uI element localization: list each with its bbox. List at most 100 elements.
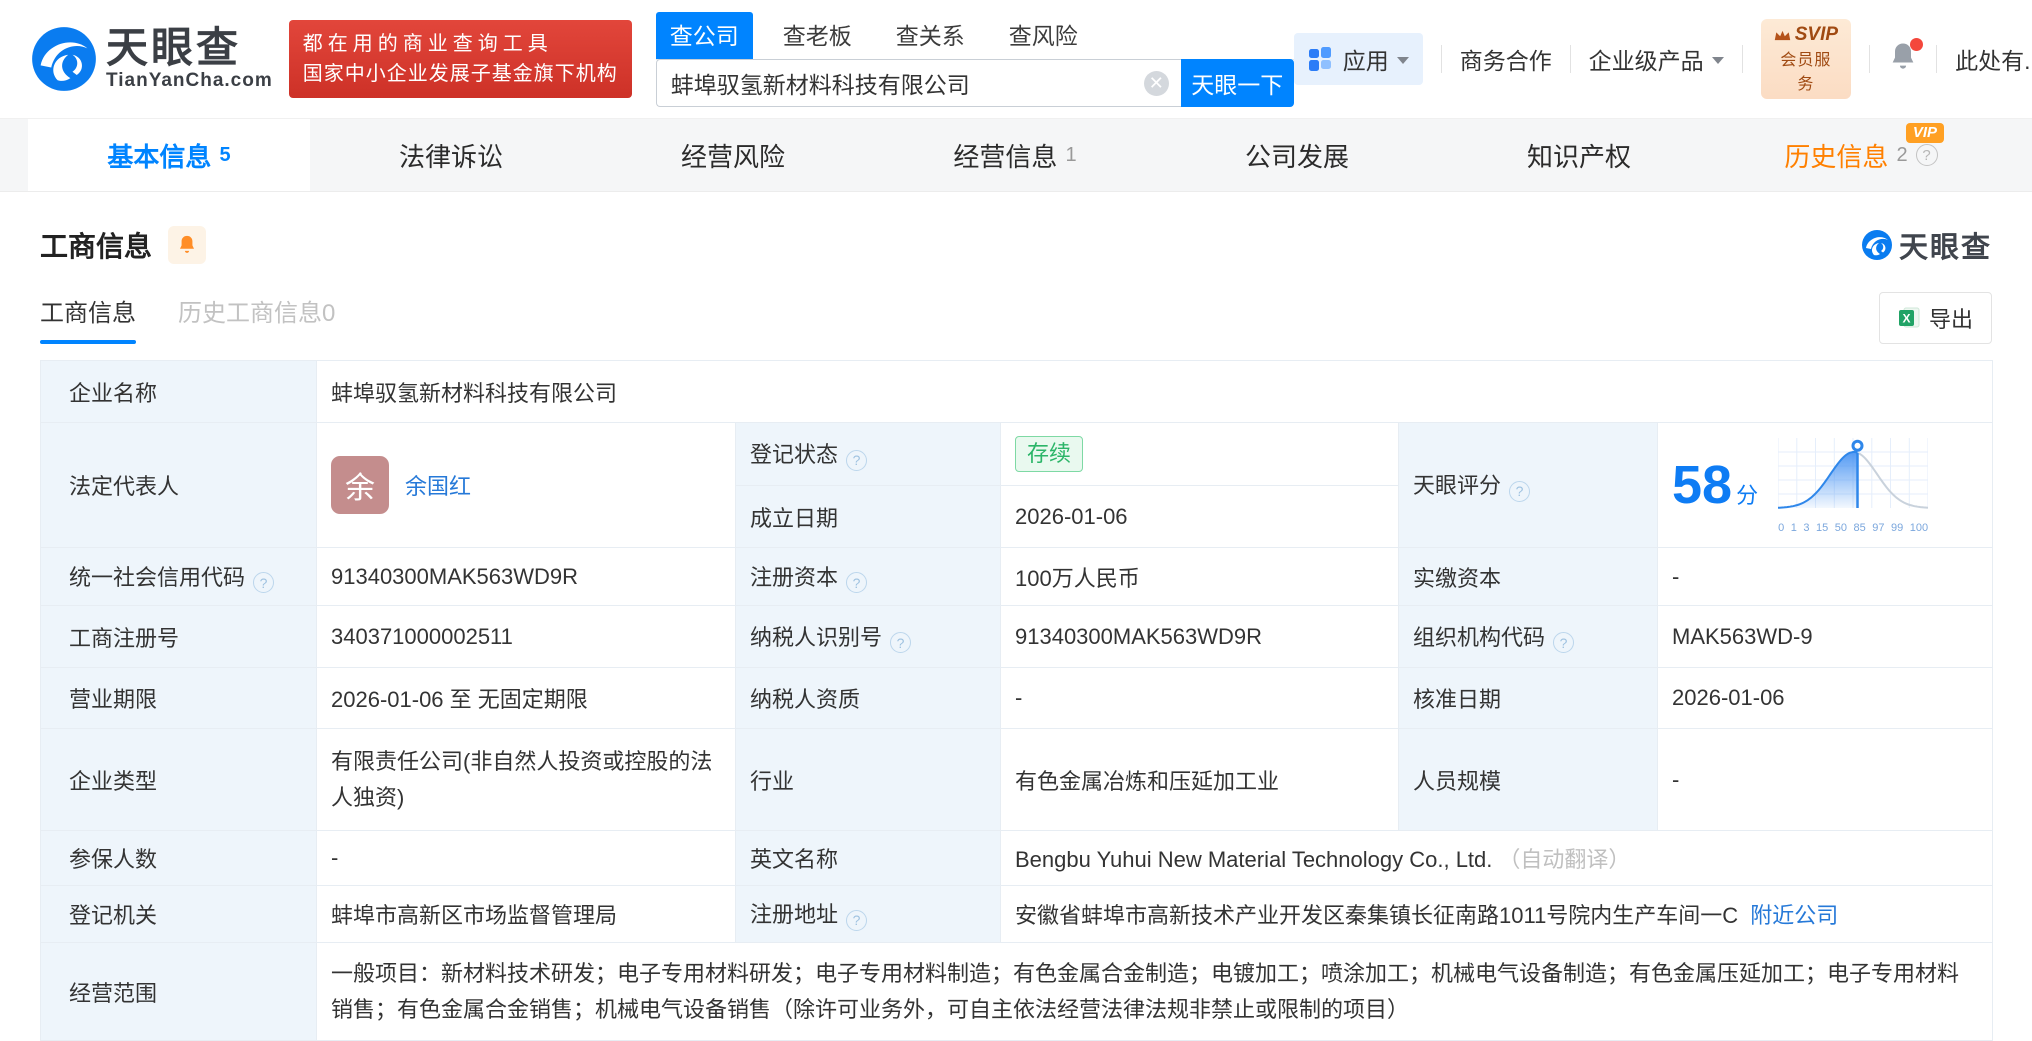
tab-operation-info[interactable]: 经营信息 1 <box>874 119 1156 191</box>
bell-icon <box>180 235 195 253</box>
field-value-taxpayer-quality: - <box>1000 667 1399 729</box>
status-badge: 存续 <box>1015 436 1084 472</box>
field-value-business-term: 2026-01-06 至 无固定期限 <box>316 667 736 729</box>
business-coop-link[interactable]: 商务合作 <box>1460 42 1552 76</box>
help-icon[interactable] <box>1509 480 1531 502</box>
crown-icon <box>1774 30 1790 40</box>
page-header: 天眼查 TianYanCha.com 都在用的商业查询工具 国家中小企业发展子基… <box>0 0 2032 118</box>
svip-member-button[interactable]: SVIP 会员服务 <box>1760 19 1852 99</box>
field-label-reg-authority: 登记机关 <box>40 885 317 943</box>
table-row: 登记机关 蚌埠市高新区市场监督管理局 注册地址 安徽省蚌埠市高新技术产业开发区秦… <box>40 885 1994 943</box>
tab-operation-risk[interactable]: 经营风险 <box>592 119 874 191</box>
subtab-business-info[interactable]: 工商信息 <box>40 293 136 344</box>
search-area: 查公司 查老板 查关系 查风险 ✕ 天眼一下 <box>655 11 1294 107</box>
field-label-english-name: 英文名称 <box>735 830 1001 886</box>
table-row: 企业名称 蚌埠驭氢新材料科技有限公司 <box>40 360 1994 423</box>
notification-dot <box>1910 37 1924 51</box>
field-value-english-name: Bengbu Yuhui New Material Technology Co.… <box>999 830 1994 886</box>
logo-domain: TianYanCha.com <box>106 70 273 91</box>
field-value-reg-capital: 100万人民币 <box>1000 547 1399 606</box>
section-title: 工商信息 <box>40 231 153 262</box>
field-label-staff-size: 人员规模 <box>1398 728 1658 831</box>
field-label-business-term: 营业期限 <box>40 667 317 729</box>
table-row: 法定代表人 余 余国红 登记状态 存续 天眼评分 58 分 <box>40 422 1994 548</box>
search-tab-boss[interactable]: 查老板 <box>783 12 852 59</box>
help-icon[interactable] <box>1915 144 1938 166</box>
help-icon[interactable] <box>253 572 275 594</box>
search-tab-company[interactable]: 查公司 <box>655 11 753 59</box>
field-value-reg-number: 340371000002511 <box>316 605 736 668</box>
field-label-taxpayer-quality: 纳税人资质 <box>735 667 1001 729</box>
field-value-company-type: 有限责任公司(非自然人投资或控股的法人独资) <box>316 728 736 831</box>
logo-text: 天眼查 <box>106 24 242 71</box>
field-value-insured-count: - <box>316 830 736 886</box>
help-icon[interactable] <box>890 632 912 654</box>
tab-basic-info[interactable]: 基本信息 5 <box>28 119 310 191</box>
export-button[interactable]: X 导出 <box>1878 292 1992 344</box>
tab-legal-proceedings[interactable]: 法律诉讼 <box>310 119 592 191</box>
field-label-paid-capital: 实缴资本 <box>1398 547 1658 606</box>
help-icon[interactable] <box>846 572 868 594</box>
svg-text:X: X <box>1902 312 1910 326</box>
chevron-down-icon <box>1711 56 1724 70</box>
tab-history-info[interactable]: VIP 历史信息 2 <box>1720 119 2002 191</box>
subtab-history-business-info[interactable]: 历史工商信息0 <box>178 293 335 344</box>
nearby-companies-link[interactable]: 附近公司 <box>1750 903 1838 928</box>
field-value-reg-address: 安徽省蚌埠市高新技术产业开发区秦集镇长征南路1011号院内生产车间一C 附近公司 <box>999 885 1994 943</box>
field-value-paid-capital: - <box>1656 547 1994 606</box>
vip-badge: VIP <box>1905 123 1944 143</box>
field-value-business-scope: 一般项目：新材料技术研发；电子专用材料研发；电子专用材料制造；有色金属合金制造；… <box>315 942 1994 1041</box>
field-value-approval-date: 2026-01-06 <box>1656 667 1994 729</box>
promo-banner: 都在用的商业查询工具 国家中小企业发展子基金旗下机构 <box>288 20 632 98</box>
notifications-bell-icon[interactable] <box>1888 37 1924 78</box>
score-chart-ticks: 0 1 3 15 50 85 97 99 100 <box>1778 522 1929 534</box>
clear-search-icon[interactable]: ✕ <box>1143 70 1169 96</box>
field-label-credit-code: 统一社会信用代码 <box>40 547 317 606</box>
legal-rep-avatar[interactable]: 余 <box>331 456 389 514</box>
excel-icon: X <box>1898 307 1920 328</box>
help-icon[interactable] <box>846 449 868 471</box>
field-label-legal-rep: 法定代表人 <box>40 422 317 548</box>
score-curve-chart <box>1777 436 1929 520</box>
field-label-insured-count: 参保人数 <box>40 830 317 886</box>
legal-rep-link[interactable]: 余国红 <box>405 469 471 501</box>
search-input[interactable] <box>655 58 1181 107</box>
field-label-company-type: 企业类型 <box>40 728 317 831</box>
field-value-org-code: MAK563WD-9 <box>1656 605 1994 668</box>
user-account-menu[interactable]: 此处有... <box>1955 42 2032 76</box>
field-label-establish-date: 成立日期 <box>735 485 1001 548</box>
promo-line1: 都在用的商业查询工具 <box>302 33 553 55</box>
field-label-taxpayer-id: 纳税人识别号 <box>735 605 1001 668</box>
apps-menu-button[interactable]: 应用 <box>1293 33 1423 85</box>
field-value-reg-status: 存续 <box>1000 422 1399 486</box>
search-button[interactable]: 天眼一下 <box>1180 58 1294 107</box>
tianyancha-logo-icon <box>32 27 96 91</box>
field-value-staff-size: - <box>1656 728 1994 831</box>
company-nav-tabs: 基本信息 5 法律诉讼 经营风险 经营信息 1 公司发展 知识产权 VIP 历史… <box>0 118 2032 192</box>
field-value-industry: 有色金属冶炼和压延加工业 <box>1000 728 1399 831</box>
help-icon[interactable] <box>1553 632 1575 654</box>
search-tab-relation[interactable]: 查关系 <box>896 12 965 59</box>
tianyancha-logo[interactable]: 天眼查 TianYanCha.com <box>30 25 273 93</box>
field-label-reg-capital: 注册资本 <box>735 547 1001 606</box>
search-tab-risk[interactable]: 查风险 <box>1009 12 1078 59</box>
help-icon[interactable] <box>846 909 868 931</box>
apps-grid-icon <box>1308 47 1331 71</box>
subscribe-bell-button[interactable] <box>168 226 207 264</box>
basic-info-section: 工商信息 天眼查 工商信息 历史工商信息0 X 导出 企业名称 蚌埠驭氢新材料科… <box>0 192 2032 1041</box>
table-row: 企业类型 有限责任公司(非自然人投资或控股的法人独资) 行业 有色金属冶炼和压延… <box>40 728 1994 831</box>
field-label-org-code: 组织机构代码 <box>1398 605 1658 668</box>
field-value-establish-date: 2026-01-06 <box>1000 485 1399 548</box>
table-row: 经营范围 一般项目：新材料技术研发；电子专用材料研发；电子专用材料制造；有色金属… <box>40 942 1994 1041</box>
field-label-business-scope: 经营范围 <box>40 942 317 1041</box>
score-value: 58 <box>1672 455 1733 515</box>
field-value-tyc-score: 58 分 0 1 3 15 50 85 97 99 100 <box>1656 422 1994 548</box>
field-label-reg-number: 工商注册号 <box>40 605 317 668</box>
field-value-legal-rep: 余 余国红 <box>316 422 736 548</box>
field-value-reg-authority: 蚌埠市高新区市场监督管理局 <box>316 885 736 943</box>
business-info-table: 企业名称 蚌埠驭氢新材料科技有限公司 法定代表人 余 余国红 登记状态 存续 天… <box>40 360 1994 1041</box>
tab-intellectual-property[interactable]: 知识产权 <box>1438 119 1720 191</box>
field-value-company-name: 蚌埠驭氢新材料科技有限公司 <box>315 360 1994 423</box>
enterprise-products-menu[interactable]: 企业级产品 <box>1589 42 1724 76</box>
tab-company-development[interactable]: 公司发展 <box>1156 119 1438 191</box>
